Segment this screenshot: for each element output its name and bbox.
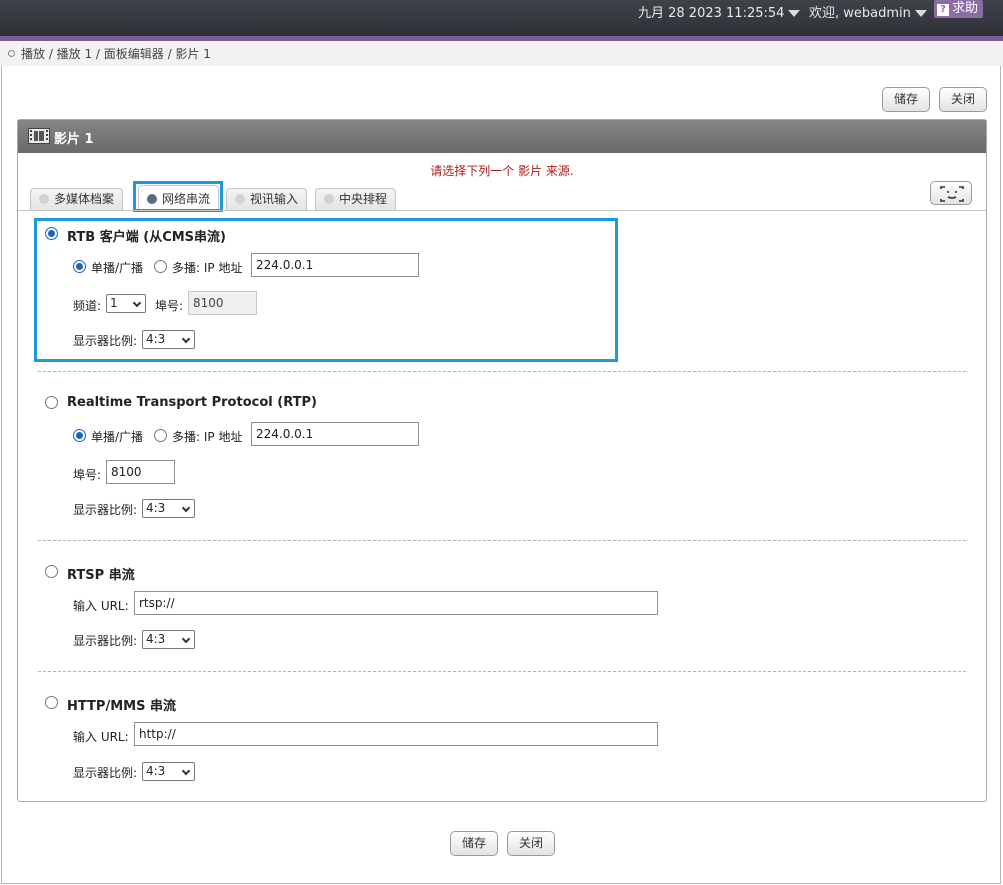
rtp-port-input[interactable]: 8100 <box>106 460 175 484</box>
chevron-down-icon <box>181 334 191 344</box>
http-url-input[interactable]: http:// <box>134 722 658 746</box>
rtb-unicast-label: 单播/广播 <box>91 261 144 275</box>
rtp-source-radio[interactable] <box>45 396 58 409</box>
rtb-ip-input[interactable]: 224.0.0.1 <box>251 253 419 277</box>
select-value: 1 <box>110 296 118 310</box>
close-button-top[interactable]: 关闭 <box>939 87 987 112</box>
tab-central-schedule[interactable]: 中央排程 <box>315 188 397 210</box>
rtb-port-label: 埠号: <box>155 299 184 313</box>
question-icon: ? <box>937 4 949 16</box>
tab-baseline <box>18 210 986 211</box>
section-divider <box>38 371 966 372</box>
rtb-channel-label: 频道: <box>73 299 102 313</box>
tab-dot-icon <box>39 194 49 204</box>
rtb-channel-select[interactable]: 1 <box>106 294 146 313</box>
tab-media-files[interactable]: 多媒体档案 <box>30 188 124 210</box>
rtsp-aspect-label: 显示器比例: <box>73 634 138 648</box>
rtp-title: Realtime Transport Protocol (RTP) <box>67 395 317 410</box>
rtb-source-radio[interactable] <box>45 227 58 240</box>
tab-video-input[interactable]: 视讯输入 <box>226 188 308 210</box>
rtb-multicast-radio[interactable] <box>154 260 167 273</box>
film-icon <box>28 128 50 148</box>
breadcrumb: 播放 / 播放 1 / 面板编辑器 / 影片 1 <box>0 41 1003 66</box>
panel-header: 影片 1 <box>18 120 986 153</box>
tab-highlight-box <box>133 181 223 212</box>
close-button-bottom[interactable]: 关闭 <box>507 831 555 856</box>
breadcrumb-text: 播放 / 播放 1 / 面板编辑器 / 影片 1 <box>21 47 211 61</box>
rtb-aspect-select[interactable]: 4:3 <box>142 330 195 349</box>
select-value: 4:3 <box>146 632 166 646</box>
screen-capture-icon <box>940 186 964 202</box>
rtsp-title: RTSP 串流 <box>67 568 135 583</box>
rtp-multicast-label: 多播: IP 地址 <box>172 430 243 444</box>
rtsp-url-input[interactable]: rtsp:// <box>134 591 658 615</box>
chevron-down-icon <box>788 10 801 17</box>
rtp-ip-input[interactable]: 224.0.0.1 <box>251 422 419 446</box>
http-url-label: 输入 URL: <box>73 730 129 744</box>
rtb-aspect-label: 显示器比例: <box>73 334 138 348</box>
video-panel: 影片 1 请选择下列一个 影片 来源. 多媒体档案 网络串流 视讯输入 中央排程… <box>17 119 987 802</box>
tab-label: 多媒体档案 <box>54 192 115 206</box>
section-divider <box>38 540 966 541</box>
rtsp-aspect-select[interactable]: 4:3 <box>142 630 195 649</box>
http-source-radio[interactable] <box>45 696 58 709</box>
help-button[interactable]: ? 求助 <box>934 0 984 18</box>
rtb-multicast-label: 多播: IP 地址 <box>172 261 243 275</box>
user-menu[interactable]: 欢迎, webadmin <box>809 2 927 21</box>
rtsp-source-radio[interactable] <box>45 565 58 578</box>
chevron-down-icon <box>181 634 191 644</box>
source-notice: 请选择下列一个 影片 来源. <box>430 164 574 178</box>
http-aspect-label: 显示器比例: <box>73 766 138 780</box>
select-value: 4:3 <box>146 332 166 346</box>
chevron-down-icon <box>181 766 191 776</box>
select-value: 4:3 <box>146 501 166 515</box>
top-bar: 九月 28 2023 11:25:54 欢迎, webadmin ? 求助 <box>0 0 1003 38</box>
panel-title: 影片 1 <box>54 132 94 147</box>
rtb-title: RTB 客户端 (从CMS串流) <box>67 230 226 245</box>
chevron-down-icon <box>132 298 142 308</box>
rtsp-url-label: 输入 URL: <box>73 599 129 613</box>
http-title: HTTP/MMS 串流 <box>67 699 176 714</box>
rtp-unicast-radio[interactable] <box>73 429 86 442</box>
datetime-text: 九月 28 2023 11:25:54 <box>638 6 785 21</box>
rtb-port-input[interactable]: 8100 <box>188 291 257 315</box>
rtp-unicast-label: 单播/广播 <box>91 430 144 444</box>
tab-dot-icon <box>324 194 334 204</box>
tab-label: 中央排程 <box>339 192 388 206</box>
save-button-bottom[interactable]: 储存 <box>450 831 498 856</box>
section-divider <box>38 671 966 672</box>
bullet-icon <box>8 50 15 57</box>
screen-capture-button[interactable] <box>930 181 972 205</box>
rtp-multicast-radio[interactable] <box>154 429 167 442</box>
chevron-down-icon <box>914 10 927 17</box>
rtp-aspect-label: 显示器比例: <box>73 503 138 517</box>
tab-label: 视讯输入 <box>250 192 299 206</box>
rtp-aspect-select[interactable]: 4:3 <box>142 499 195 518</box>
save-button-top[interactable]: 储存 <box>882 87 930 112</box>
welcome-text: 欢迎, webadmin <box>809 6 911 21</box>
rtb-unicast-radio[interactable] <box>73 260 86 273</box>
rtp-port-label: 埠号: <box>73 468 102 482</box>
tab-dot-icon <box>235 194 245 204</box>
http-aspect-select[interactable]: 4:3 <box>142 762 195 781</box>
chevron-down-icon <box>181 503 191 513</box>
datetime-dropdown[interactable]: 九月 28 2023 11:25:54 <box>638 2 801 21</box>
help-label: 求助 <box>952 1 979 16</box>
select-value: 4:3 <box>146 764 166 778</box>
